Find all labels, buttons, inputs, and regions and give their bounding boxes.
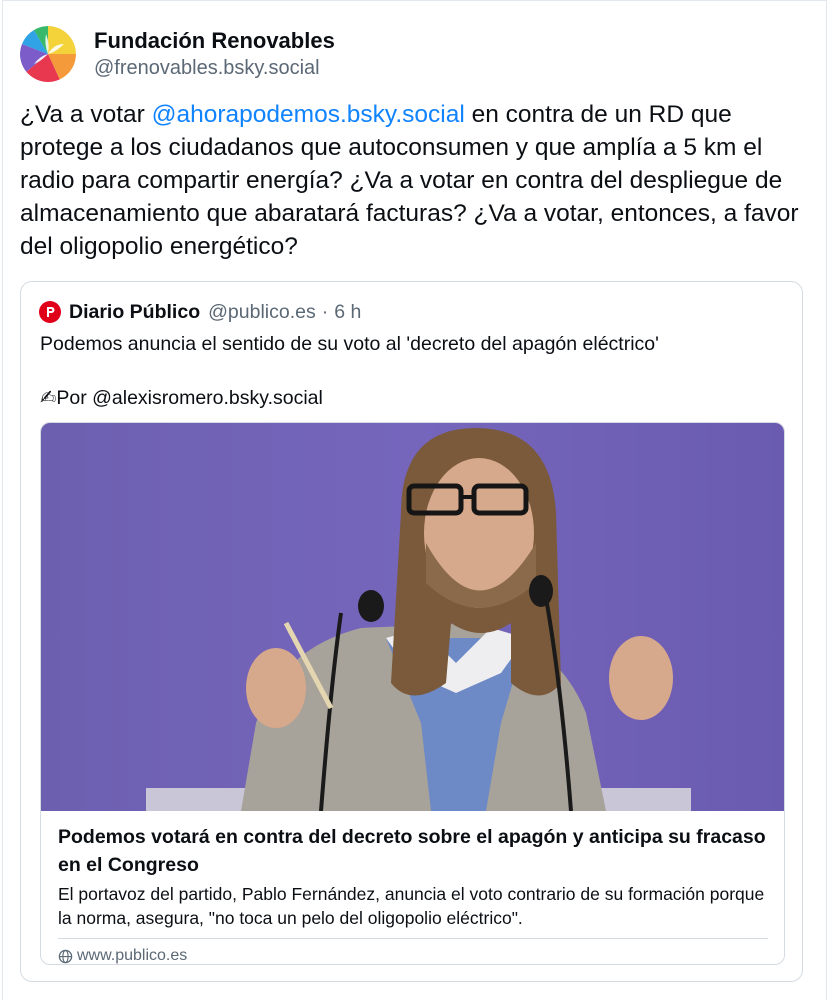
link-card[interactable]: Podemos votará en contra del decreto sob… bbox=[40, 422, 785, 965]
post-text: ¿Va a votar @ahorapodemos.bsky.social en… bbox=[20, 98, 800, 263]
quoted-post-byline: ✍Por @alexisromero.bsky.social bbox=[40, 387, 323, 409]
quoted-post-header: Diario Público @publico.es · 6 h bbox=[39, 298, 361, 326]
quoted-post[interactable]: Diario Público @publico.es · 6 h Podemos… bbox=[20, 281, 803, 982]
post: Fundación Renovables @frenovables.bsky.s… bbox=[20, 24, 810, 263]
link-card-title[interactable]: Podemos votará en contra del decreto sob… bbox=[58, 823, 773, 879]
link-card-domain[interactable]: www.publico.es bbox=[58, 947, 187, 964]
quoted-post-time[interactable]: 6 h bbox=[334, 301, 361, 324]
link-card-description: El portavoz del partido, Pablo Fernández… bbox=[58, 884, 765, 928]
avatar[interactable] bbox=[20, 26, 76, 82]
mention-link[interactable]: @ahorapodemos.bsky.social bbox=[152, 101, 465, 128]
link-card-image bbox=[41, 423, 784, 811]
link-card-domain-text[interactable]: www.publico.es bbox=[77, 947, 187, 964]
author-display-name[interactable]: Fundación Renovables bbox=[94, 27, 335, 55]
post-author[interactable]: Fundación Renovables @frenovables.bsky.s… bbox=[20, 24, 810, 84]
author-handle[interactable]: @frenovables.bsky.social bbox=[94, 55, 335, 81]
publico-logo-icon bbox=[39, 301, 61, 323]
quoted-author-name[interactable]: Diario Público bbox=[69, 301, 200, 324]
post-text-before: ¿Va a votar bbox=[20, 101, 152, 128]
quoted-author-handle[interactable]: @publico.es bbox=[208, 301, 316, 324]
separator-dot: · bbox=[321, 300, 329, 323]
link-card-divider bbox=[58, 938, 768, 939]
pinwheel-logo-icon bbox=[20, 26, 76, 82]
globe-icon bbox=[58, 949, 73, 963]
quoted-post-text: Podemos anuncia el sentido de su voto al… bbox=[40, 333, 659, 355]
